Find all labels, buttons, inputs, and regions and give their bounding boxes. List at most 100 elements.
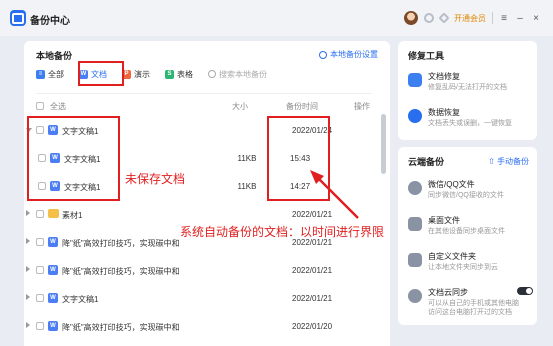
time-column-header[interactable]: 备份时间 <box>286 101 318 112</box>
action-column-header: 操作 <box>354 102 370 111</box>
local-backup-setting-label: 本地备份设置 <box>330 50 378 59</box>
local-backup-setting-link[interactable]: 本地备份设置 <box>319 49 378 60</box>
word-icon: W <box>48 237 58 247</box>
select-all-checkbox[interactable] <box>36 102 44 110</box>
gear-icon <box>319 50 327 59</box>
filter-ppt[interactable]: P 演示 <box>122 66 150 82</box>
filter-ppt-label: 演示 <box>134 69 150 79</box>
expand-icon[interactable] <box>26 322 30 328</box>
data-recover-item[interactable]: 数据恢复 文档丢失或误删，一键恢复 <box>408 105 533 135</box>
backup-time: 2022/01/21 <box>292 266 333 275</box>
expand-icon[interactable] <box>26 238 30 244</box>
backup-time: 2022/01/21 <box>292 210 333 219</box>
menu-icon[interactable]: ≡ <box>499 13 509 24</box>
search-placeholder: 搜索本地备份 <box>219 69 267 79</box>
settings-icon[interactable] <box>424 13 434 23</box>
wechat-qq-title: 微信/QQ文件 <box>428 180 475 189</box>
expand-icon[interactable] <box>26 266 30 272</box>
search-icon <box>208 70 216 78</box>
search-input[interactable]: 搜索本地备份 <box>208 69 267 80</box>
table-row[interactable]: W 文字文稿1 2022/01/21 <box>24 284 376 312</box>
annotation-unsaved-box <box>27 116 120 201</box>
desktop-files-title: 桌面文件 <box>428 216 460 225</box>
file-name: 素材1 <box>62 211 83 220</box>
scrollbar[interactable] <box>381 114 386 174</box>
select-all-label: 全选 <box>50 102 66 111</box>
filter-excel[interactable]: S 表格 <box>165 66 193 82</box>
file-name: 降"纸"高效打印技巧，实现碳中和 <box>62 239 180 248</box>
file-name: 降"纸"高效打印技巧，实现碳中和 <box>62 267 180 276</box>
doc-repair-icon <box>408 73 422 87</box>
expand-icon[interactable] <box>26 294 30 300</box>
data-recover-title: 数据恢复 <box>428 108 460 117</box>
custom-folder-desc: 让本地文件夹同步到云 <box>428 264 498 271</box>
folder-sync-icon <box>408 253 422 267</box>
doc-repair-item[interactable]: 文档修复 修复乱码/无法打开的文档 <box>408 69 533 99</box>
cloud-backup-panel: 云端备份 ⇧ 手动备份 微信/QQ文件 同步微信/QQ接收的文件 桌面文件 在其… <box>398 147 537 325</box>
divider <box>492 12 493 24</box>
filter-all-label: 全部 <box>48 69 64 79</box>
file-size: 11KB <box>237 154 257 163</box>
word-icon: W <box>48 265 58 275</box>
titlebar-controls: 开通会员 ≡ – × <box>404 9 541 27</box>
cloud-sync-icon <box>408 289 422 303</box>
filter-excel-label: 表格 <box>177 69 193 79</box>
close-icon[interactable]: × <box>531 13 541 24</box>
file-name: 降"纸"高效打印技巧，实现碳中和 <box>62 323 180 332</box>
custom-folder-title: 自定义文件夹 <box>428 252 476 261</box>
word-icon: W <box>48 293 58 303</box>
doc-repair-title: 文档修复 <box>428 72 460 81</box>
table-header: 全选 大小 备份时间 操作 <box>36 101 372 113</box>
doc-cloud-sync-item: 文档云同步 可以从自己的手机或其他电脑 访问这台电脑打开过的文档 <box>408 285 533 323</box>
wechat-qq-desc: 同步微信/QQ接收的文件 <box>428 192 504 199</box>
custom-folder-item[interactable]: 自定义文件夹 让本地文件夹同步到云 <box>408 249 533 279</box>
avatar[interactable] <box>404 11 418 25</box>
data-recover-icon <box>408 109 422 123</box>
minimize-icon[interactable]: – <box>515 13 525 24</box>
doc-cloud-sync-desc2: 访问这台电脑打开过的文档 <box>428 309 512 316</box>
table-row[interactable]: W 降"纸"高效打印技巧，实现碳中和 2022/01/20 <box>24 312 376 340</box>
row-checkbox[interactable] <box>36 210 44 218</box>
backup-time: 2022/01/21 <box>292 294 333 303</box>
annotation-auto-backup-text: 系统自动备份的文档：以时间进行界限 <box>180 225 385 239</box>
table-row[interactable]: W 降"纸"高效打印技巧，实现碳中和 2022/01/21 <box>24 256 376 284</box>
wechat-icon <box>408 181 422 195</box>
title-bar: 备份中心 开通会员 ≡ – × <box>0 0 553 36</box>
excel-icon: S <box>165 69 174 79</box>
backup-time: 2022/01/20 <box>292 322 333 331</box>
doc-repair-desc: 修复乱码/无法打开的文档 <box>428 84 507 91</box>
all-icon: ≡ <box>36 69 45 79</box>
filter-bar: ≡ 全部 W 文档 P 演示 S 表格 搜索本地备份 <box>36 66 267 82</box>
manual-backup-button[interactable]: ⇧ 手动备份 <box>488 156 529 167</box>
app-logo-icon <box>10 10 26 26</box>
doc-cloud-sync-title: 文档云同步 <box>428 288 468 297</box>
expand-icon[interactable] <box>26 210 30 216</box>
row-checkbox[interactable] <box>36 266 44 274</box>
cloud-sync-toggle[interactable] <box>517 287 533 295</box>
app-title: 备份中心 <box>30 16 70 27</box>
desktop-files-desc: 在其他设备同步桌面文件 <box>428 228 505 235</box>
manual-backup-label: 手动备份 <box>497 157 529 166</box>
row-checkbox[interactable] <box>36 294 44 302</box>
wechat-qq-item[interactable]: 微信/QQ文件 同步微信/QQ接收的文件 <box>408 177 533 207</box>
annotation-docs-box <box>78 61 124 86</box>
vip-icon[interactable] <box>438 12 450 24</box>
vip-button[interactable]: 开通会员 <box>454 13 486 24</box>
file-name: 文字文稿1 <box>62 295 99 304</box>
annotation-unsaved-text: 未保存文档 <box>125 172 186 186</box>
row-checkbox[interactable] <box>36 322 44 330</box>
divider <box>36 93 372 94</box>
annotation-time-box <box>267 116 330 201</box>
row-checkbox[interactable] <box>36 238 44 246</box>
local-backup-title: 本地备份 <box>36 51 73 61</box>
file-size: 11KB <box>237 182 257 191</box>
word-icon: W <box>48 321 58 331</box>
desktop-icon <box>408 217 422 231</box>
cloud-backup-title: 云端备份 <box>408 157 445 167</box>
desktop-files-item[interactable]: 桌面文件 在其他设备同步桌面文件 <box>408 213 533 243</box>
folder-icon <box>48 209 59 218</box>
repair-tools-title: 修复工具 <box>408 51 445 61</box>
size-column-header: 大小 <box>232 102 248 111</box>
filter-all[interactable]: ≡ 全部 <box>36 66 64 82</box>
data-recover-desc: 文档丢失或误删，一键恢复 <box>428 120 512 127</box>
